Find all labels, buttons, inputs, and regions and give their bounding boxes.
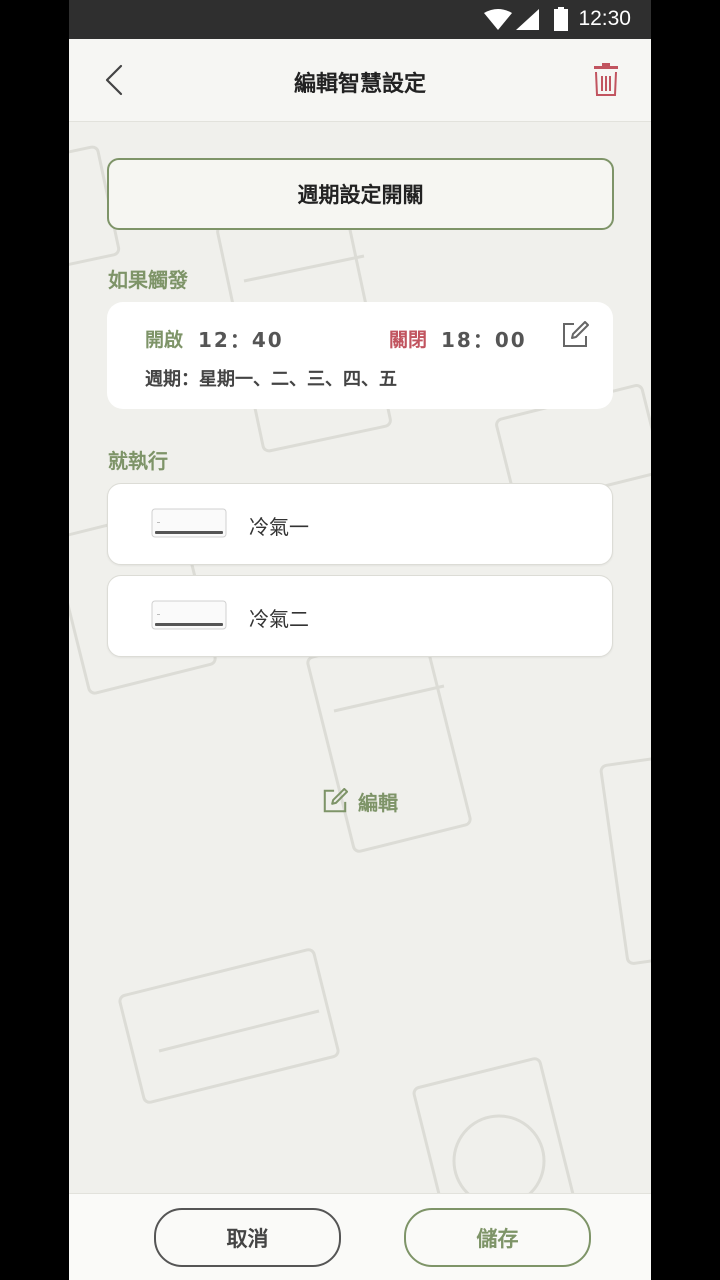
device-name: 冷氣二 bbox=[249, 607, 309, 631]
save-button[interactable]: 儲存 bbox=[404, 1208, 591, 1267]
air-conditioner-icon bbox=[151, 508, 227, 538]
bottom-action-bar: 取消 儲存 bbox=[69, 1193, 651, 1280]
cancel-label: 取消 bbox=[226, 1226, 269, 1251]
schedule-toggle-label: 週期設定開關 bbox=[297, 183, 424, 207]
wifi-icon bbox=[484, 9, 512, 30]
signal-icon bbox=[516, 9, 539, 30]
cancel-button[interactable]: 取消 bbox=[154, 1208, 341, 1267]
schedule-weekdays: 週期：星期一、二、三、四、五 bbox=[145, 369, 397, 390]
edit-label: 編輯 bbox=[358, 790, 398, 815]
save-label: 儲存 bbox=[476, 1226, 519, 1251]
battery-icon bbox=[554, 7, 568, 31]
app-screen: 12:30 編輯智慧設定 週期設定開關 如果觸發 開啟 12：40 關閉 18：… bbox=[69, 0, 651, 1280]
status-bar: 12:30 bbox=[69, 0, 651, 39]
on-time-value: 12：40 bbox=[198, 328, 284, 352]
air-conditioner-icon bbox=[151, 600, 227, 630]
device-card-aircon-2[interactable]: 冷氣二 bbox=[107, 575, 613, 657]
trash-icon[interactable] bbox=[591, 63, 621, 97]
page-title: 編輯智慧設定 bbox=[293, 72, 426, 97]
device-card-aircon-1[interactable]: 冷氣一 bbox=[107, 483, 613, 565]
edit-icon bbox=[323, 788, 348, 813]
schedule-toggle-button[interactable]: 週期設定開關 bbox=[107, 158, 614, 230]
off-label: 關閉 bbox=[389, 329, 428, 351]
action-section-label: 就執行 bbox=[108, 449, 168, 473]
trigger-section-label: 如果觸發 bbox=[108, 268, 188, 292]
off-time-value: 18：00 bbox=[441, 328, 527, 352]
on-label: 開啟 bbox=[145, 329, 184, 351]
status-time: 12:30 bbox=[578, 7, 631, 30]
trigger-card: 開啟 12：40 關閉 18：00 週期：星期一、二、三、四、五 bbox=[107, 302, 613, 409]
device-name: 冷氣一 bbox=[249, 515, 309, 539]
top-app-bar: 編輯智慧設定 bbox=[69, 39, 651, 122]
edit-actions-button[interactable]: 編輯 bbox=[322, 786, 398, 816]
edit-trigger-icon[interactable] bbox=[561, 321, 589, 349]
